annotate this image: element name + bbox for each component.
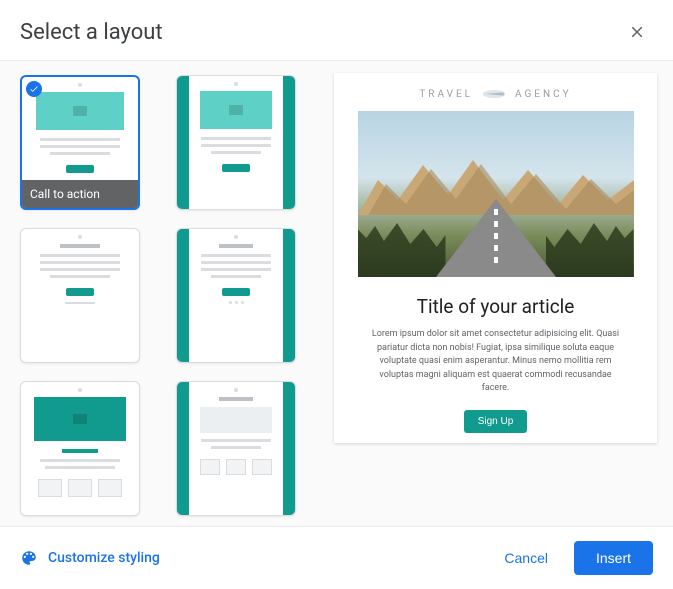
preview-logo-right: AGENCY <box>515 89 572 100</box>
preview-hero-image <box>358 111 634 277</box>
layout-picker-dialog: Select a layout <box>0 0 673 589</box>
preview-pane: TRAVEL AGENCY Title of your article <box>322 61 673 526</box>
close-icon <box>628 23 646 41</box>
layout-card[interactable] <box>176 228 296 363</box>
layout-thumbnail <box>177 76 295 209</box>
dialog-title: Select a layout <box>20 20 163 45</box>
preview-article-body: Lorem ipsum dolor sit amet consectetur a… <box>334 328 657 396</box>
layout-card[interactable] <box>176 381 296 516</box>
layout-card-label: Call to action <box>22 180 138 208</box>
close-button[interactable] <box>621 16 653 48</box>
selected-check-icon <box>26 81 42 97</box>
customize-styling-label: Customize styling <box>48 550 160 566</box>
preview-logo: TRAVEL AGENCY <box>334 87 657 101</box>
layout-thumbnail <box>177 382 295 515</box>
palette-icon <box>20 549 38 567</box>
layout-thumbnail <box>21 229 139 362</box>
layout-card[interactable] <box>20 228 140 363</box>
layout-card[interactable] <box>176 75 296 210</box>
preview-frame: TRAVEL AGENCY Title of your article <box>334 73 657 443</box>
layout-card[interactable] <box>20 381 140 516</box>
preview-article-title: Title of your article <box>334 295 657 318</box>
dialog-content: Call to action <box>0 61 673 527</box>
cancel-button[interactable]: Cancel <box>488 542 564 574</box>
customize-styling-button[interactable]: Customize styling <box>20 549 160 567</box>
layout-thumbnail <box>177 229 295 362</box>
insert-button[interactable]: Insert <box>574 541 653 575</box>
layout-thumbnail <box>21 382 139 515</box>
layouts-grid: Call to action <box>20 75 312 516</box>
preview-signup-button: Sign Up <box>464 410 528 433</box>
footer-actions: Cancel Insert <box>488 541 653 575</box>
plane-icon <box>481 87 507 101</box>
layout-card-call-to-action[interactable]: Call to action <box>20 75 140 210</box>
preview-logo-left: TRAVEL <box>419 89 473 100</box>
dialog-header: Select a layout <box>0 0 673 61</box>
layouts-scrollpane[interactable]: Call to action <box>0 61 322 526</box>
dialog-footer: Customize styling Cancel Insert <box>0 527 673 589</box>
